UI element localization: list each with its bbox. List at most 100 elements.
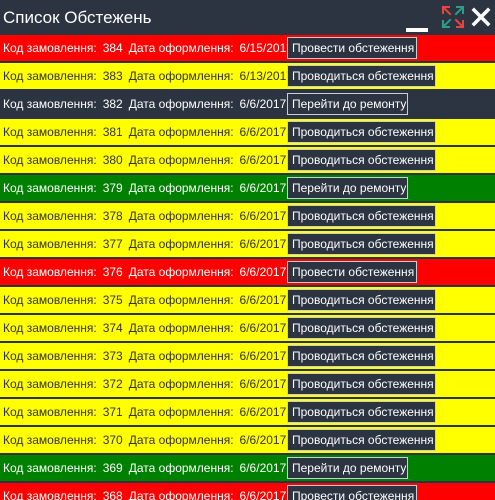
order-code-label: Код замовлення:: [3, 209, 97, 223]
order-date-label: Дата оформлення:: [128, 461, 234, 475]
order-id: 372: [102, 377, 123, 391]
order-date-label: Дата оформлення:: [128, 69, 234, 83]
order-code-label: Код замовлення:: [3, 97, 97, 111]
order-date-label: Дата оформлення:: [128, 293, 234, 307]
order-code-label: Код замовлення:: [3, 321, 97, 335]
order-date: 6/6/2017: [239, 349, 287, 363]
order-date-label: Дата оформлення:: [128, 489, 234, 500]
action-button[interactable]: Проводиться обстеження: [287, 205, 436, 227]
list-item: Код замовлення: 374 Дата оформлення: 6/6/20…: [0, 315, 495, 341]
order-date: 6/6/2017: [239, 461, 287, 475]
order-code-label: Код замовлення:: [3, 41, 97, 55]
list-item: Код замовлення: 383 Дата оформлення: 6/13/2…: [0, 63, 495, 89]
order-date: 6/15/2017: [239, 41, 293, 55]
list-item: Код замовлення: 380 Дата оформлення: 6/6/20…: [0, 147, 495, 173]
order-info: Код замовлення: 377 Дата оформлення: 6/6/20…: [3, 237, 286, 251]
order-date: 6/6/2017: [239, 181, 287, 195]
order-info: Код замовлення: 382 Дата оформлення: 6/6/20…: [3, 97, 286, 111]
order-id: 375: [102, 293, 123, 307]
order-code-label: Код замовлення:: [3, 433, 97, 447]
order-date: 6/6/2017: [239, 153, 287, 167]
list-item: Код замовлення: 381 Дата оформлення: 6/6/20…: [0, 119, 495, 145]
order-date: 6/6/2017: [239, 433, 287, 447]
order-code-label: Код замовлення:: [3, 237, 97, 251]
order-info: Код замовлення: 371 Дата оформлення: 6/6/20…: [3, 405, 286, 419]
order-date-label: Дата оформлення:: [128, 41, 234, 55]
order-date: 6/6/2017: [239, 377, 287, 391]
order-code-label: Код замовлення:: [3, 377, 97, 391]
order-date-label: Дата оформлення:: [128, 377, 234, 391]
list-item: Код замовлення: 369 Дата оформлення: 6/6/20…: [0, 455, 495, 481]
order-date-label: Дата оформлення:: [128, 153, 234, 167]
order-date-label: Дата оформлення:: [128, 97, 234, 111]
action-button[interactable]: Провести обстеження: [287, 485, 417, 500]
action-button[interactable]: Провести обстеження: [287, 261, 417, 283]
order-info: Код замовлення: 378 Дата оформлення: 6/6/20…: [3, 209, 286, 223]
order-id: 374: [102, 321, 123, 335]
order-date-label: Дата оформлення:: [128, 125, 234, 139]
order-code-label: Код замовлення:: [3, 489, 97, 500]
close-icon[interactable]: [470, 6, 492, 28]
action-button[interactable]: Проводиться обстеження: [287, 233, 436, 255]
action-button[interactable]: Перейти до ремонту: [287, 93, 408, 115]
order-date: 6/6/2017: [239, 237, 287, 251]
action-button[interactable]: Проводиться обстеження: [287, 149, 436, 171]
order-date: 6/6/2017: [239, 97, 287, 111]
order-date: 6/13/2017: [239, 69, 293, 83]
order-id: 382: [102, 97, 123, 111]
order-id: 379: [102, 181, 123, 195]
order-info: Код замовлення: 380 Дата оформлення: 6/6/20…: [3, 153, 286, 167]
order-code-label: Код замовлення:: [3, 293, 97, 307]
list-item: Код замовлення: 384 Дата оформлення: 6/15/2…: [0, 35, 495, 61]
list-item: Код замовлення: 371 Дата оформлення: 6/6/20…: [0, 399, 495, 425]
list-item: Код замовлення: 368 Дата оформлення: 6/6/20…: [0, 483, 495, 500]
order-id: 381: [102, 125, 123, 139]
action-button[interactable]: Провести обстеження: [287, 37, 417, 59]
order-code-label: Код замовлення:: [3, 405, 97, 419]
order-id: 376: [102, 265, 123, 279]
order-code-label: Код замовлення:: [3, 69, 97, 83]
order-info: Код замовлення: 368 Дата оформлення: 6/6/20…: [3, 489, 286, 500]
order-id: 378: [102, 209, 123, 223]
order-info: Код замовлення: 374 Дата оформлення: 6/6/20…: [3, 321, 286, 335]
order-info: Код замовлення: 375 Дата оформлення: 6/6/20…: [3, 293, 286, 307]
list-item: Код замовлення: 376 Дата оформлення: 6/6/20…: [0, 259, 495, 285]
action-button[interactable]: Проводиться обстеження: [287, 401, 436, 423]
order-id: 371: [102, 405, 123, 419]
order-id: 370: [102, 433, 123, 447]
order-date: 6/6/2017: [239, 125, 287, 139]
inspection-list[interactable]: Код замовлення: 384 Дата оформлення: 6/15/2…: [0, 35, 495, 500]
order-date-label: Дата оформлення:: [128, 321, 234, 335]
list-item: Код замовлення: 378 Дата оформлення: 6/6/20…: [0, 203, 495, 229]
minimize-icon[interactable]: [405, 10, 429, 32]
order-id: 383: [102, 69, 123, 83]
action-button[interactable]: Проводиться обстеження: [287, 65, 436, 87]
order-id: 384: [102, 41, 123, 55]
order-code-label: Код замовлення:: [3, 153, 97, 167]
order-date: 6/6/2017: [239, 405, 287, 419]
action-button[interactable]: Проводиться обстеження: [287, 429, 436, 451]
order-date-label: Дата оформлення:: [128, 433, 234, 447]
maximize-arrows-icon[interactable]: [440, 4, 466, 30]
order-info: Код замовлення: 372 Дата оформлення: 6/6/20…: [3, 377, 286, 391]
order-date-label: Дата оформлення:: [128, 265, 234, 279]
action-button[interactable]: Проводиться обстеження: [287, 345, 436, 367]
order-date: 6/6/2017: [239, 265, 287, 279]
order-info: Код замовлення: 381 Дата оформлення: 6/6/20…: [3, 125, 286, 139]
action-button[interactable]: Перейти до ремонту: [287, 457, 408, 479]
order-info: Код замовлення: 376 Дата оформлення: 6/6/20…: [3, 265, 286, 279]
list-item: Код замовлення: 382 Дата оформлення: 6/6/20…: [0, 91, 495, 117]
action-button[interactable]: Проводиться обстеження: [287, 289, 436, 311]
order-info: Код замовлення: 379 Дата оформлення: 6/6/20…: [3, 181, 286, 195]
order-info: Код замовлення: 369 Дата оформлення: 6/6/20…: [3, 461, 286, 475]
action-button[interactable]: Проводиться обстеження: [287, 317, 436, 339]
order-date-label: Дата оформлення:: [128, 349, 234, 363]
action-button[interactable]: Проводиться обстеження: [287, 121, 436, 143]
order-id: 377: [102, 237, 123, 251]
action-button[interactable]: Проводиться обстеження: [287, 373, 436, 395]
list-item: Код замовлення: 370 Дата оформлення: 6/6/20…: [0, 427, 495, 453]
order-info: Код замовлення: 370 Дата оформлення: 6/6/20…: [3, 433, 286, 447]
order-date-label: Дата оформлення:: [128, 237, 234, 251]
action-button[interactable]: Перейти до ремонту: [287, 177, 408, 199]
list-item: Код замовлення: 379 Дата оформлення: 6/6/20…: [0, 175, 495, 201]
